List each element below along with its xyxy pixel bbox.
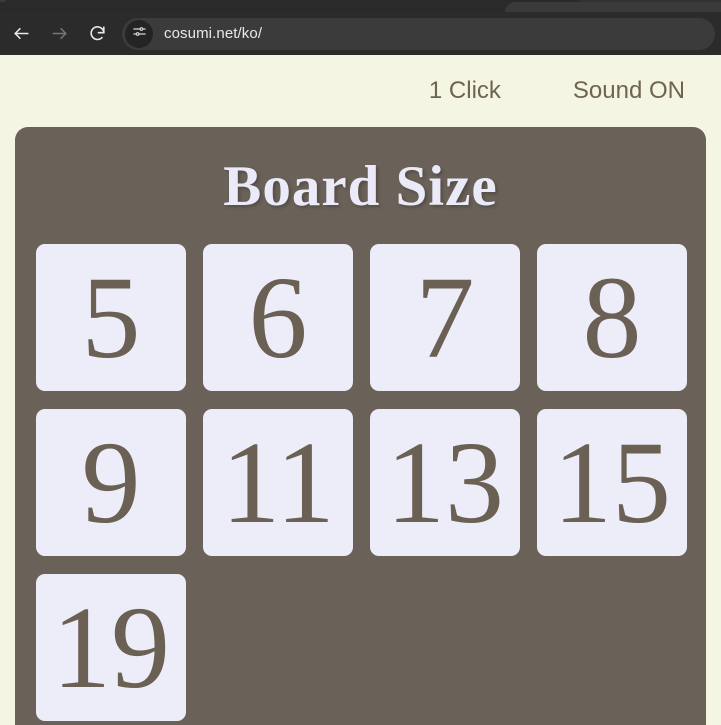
game-options-bar: 1 Click Sound ON [0,55,721,127]
page-content: 1 Click Sound ON Board Size 5 6 7 8 9 11 [0,55,721,725]
browser-tab-active[interactable] [0,0,580,12]
board-size-panel: Board Size 5 6 7 8 9 11 13 15 19 [15,127,706,725]
url-text[interactable]: cosumi.net/ko/ [164,25,262,42]
board-size-grid: 5 6 7 8 9 11 13 15 19 [15,244,706,721]
forward-arrow-icon [50,24,69,43]
board-size-label: 15 [553,416,671,548]
board-size-tile-19[interactable]: 19 [36,574,186,721]
board-size-label: 7 [415,251,475,383]
tune-sliders-icon [132,24,147,44]
board-size-tile-15[interactable]: 15 [537,409,687,556]
forward-button[interactable] [42,17,76,51]
browser-chrome: cosumi.net/ko/ [0,0,721,55]
back-arrow-icon [12,24,31,43]
site-settings-button[interactable] [125,19,153,48]
board-size-tile-5[interactable]: 5 [36,244,186,391]
board-size-label: 19 [52,581,170,713]
address-bar[interactable]: cosumi.net/ko/ [122,17,715,50]
board-size-tile-13[interactable]: 13 [370,409,520,556]
browser-toolbar: cosumi.net/ko/ [0,12,721,55]
board-size-label: 8 [582,251,642,383]
reload-icon [88,24,107,43]
board-size-tile-6[interactable]: 6 [203,244,353,391]
back-button[interactable] [4,17,38,51]
board-size-tile-8[interactable]: 8 [537,244,687,391]
board-size-label: 13 [386,416,504,548]
tab-strip [0,0,721,12]
sound-mode-toggle[interactable]: Sound ON [573,77,685,105]
page-title: Board Size [223,155,498,218]
board-size-label: 11 [221,416,335,548]
board-size-label: 9 [81,416,141,548]
click-mode-toggle[interactable]: 1 Click [429,77,501,105]
board-size-tile-11[interactable]: 11 [203,409,353,556]
browser-tab-next[interactable] [505,2,721,12]
board-size-tile-9[interactable]: 9 [36,409,186,556]
board-size-label: 5 [81,251,141,383]
reload-button[interactable] [80,17,114,51]
tab-favicon [0,0,6,2]
board-size-tile-7[interactable]: 7 [370,244,520,391]
board-size-label: 6 [248,251,308,383]
